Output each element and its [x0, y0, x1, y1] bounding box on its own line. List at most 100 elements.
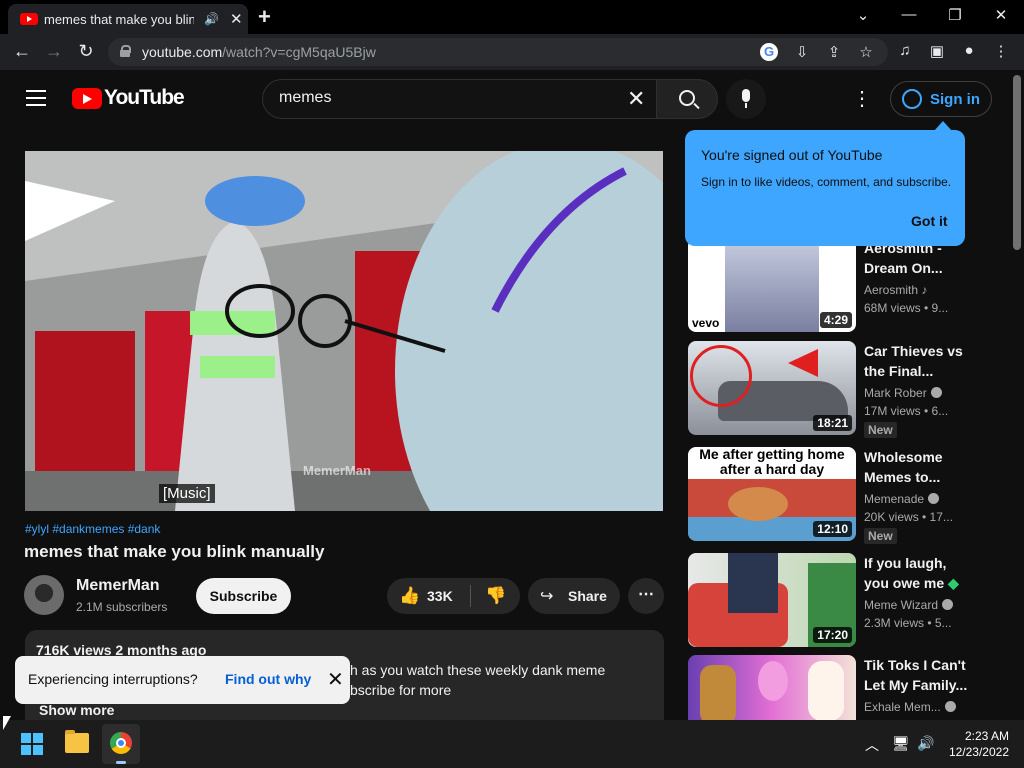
- side-panel-icon[interactable]: ▣: [927, 42, 947, 60]
- search-button[interactable]: [656, 79, 718, 119]
- video-thumbnail[interactable]: Me after getting home after a hard day 1…: [688, 447, 856, 541]
- bookmark-star-icon[interactable]: ☆: [856, 43, 876, 61]
- hamburger-menu-icon[interactable]: [26, 90, 46, 106]
- video-thumbnail[interactable]: 18:21: [688, 341, 856, 435]
- more-actions-button[interactable]: ⋯: [628, 578, 664, 614]
- close-icon[interactable]: ✕: [327, 667, 344, 692]
- find-out-why-link[interactable]: Find out why: [225, 671, 311, 687]
- voice-search-button[interactable]: [726, 79, 766, 119]
- music-note-icon: ♪: [921, 283, 928, 297]
- dislike-button[interactable]: 👎: [471, 578, 520, 614]
- verified-icon: [942, 599, 954, 610]
- scrollbar[interactable]: [1013, 75, 1021, 250]
- popup-title: You're signed out of YouTube: [701, 147, 883, 163]
- clock-time[interactable]: 2:23 AM: [949, 729, 1009, 743]
- recommendation-item[interactable]: Me after getting home after a hard day 1…: [688, 447, 1024, 544]
- recommendation-channel: Meme Wizard: [864, 598, 954, 612]
- media-control-icon[interactable]: ♫: [895, 42, 915, 59]
- profile-icon[interactable]: ●: [959, 42, 979, 59]
- recommendation-title[interactable]: Tik Toks I Can't Let My Family...: [864, 655, 974, 695]
- reload-icon[interactable]: ↻: [75, 41, 97, 62]
- chrome-icon: [110, 732, 132, 754]
- browser-tab-bar: memes that make you blink 🔊 ✕ + ⌄ — ❐ ✕: [0, 0, 1024, 34]
- microphone-icon: [742, 89, 750, 108]
- restore-button[interactable]: ❐: [945, 6, 965, 24]
- like-dislike-group: 👍 33K 👎: [387, 578, 520, 614]
- new-tab-button[interactable]: +: [258, 4, 271, 30]
- verified-icon: [930, 387, 942, 398]
- clear-search-icon[interactable]: ✕: [627, 86, 645, 112]
- duration-badge: 17:20: [813, 627, 852, 643]
- youtube-logo-icon[interactable]: [72, 88, 102, 109]
- video-player[interactable]: MemerMan [Music]: [25, 151, 663, 511]
- tab-title: memes that make you blink: [44, 12, 194, 27]
- browser-menu-icon[interactable]: ⋮: [991, 42, 1011, 60]
- forward-icon[interactable]: →: [43, 41, 65, 62]
- subscriber-count: 2.1M subscribers: [76, 600, 168, 614]
- chevron-up-icon[interactable]: ︿: [865, 735, 879, 755]
- recommendation-stats: 2.3M views • 5...: [864, 616, 952, 630]
- video-watermark: MemerMan: [303, 463, 371, 478]
- subscribe-button[interactable]: Subscribe: [196, 578, 291, 614]
- youtube-favicon-icon: [20, 13, 38, 25]
- recommendation-stats: 68M views • 9...: [864, 301, 949, 315]
- lock-icon[interactable]: [120, 45, 131, 57]
- minimize-button[interactable]: —: [899, 6, 919, 23]
- recommendation-title[interactable]: If you laugh, you owe me ◆: [864, 553, 974, 593]
- recommendation-channel: Memenade: [864, 492, 940, 506]
- recommendation-item[interactable]: vevo 4:29 Aerosmith - Dream On... Aerosm…: [688, 238, 1024, 332]
- recommendation-item[interactable]: 18:21 Car Thieves vs the Final... Mark R…: [688, 341, 1024, 438]
- settings-more-icon[interactable]: ⋮: [852, 86, 872, 111]
- sign-in-button[interactable]: Sign in: [890, 81, 992, 117]
- recommendation-title[interactable]: Car Thieves vs the Final...: [864, 341, 974, 381]
- share-button[interactable]: ↪ Share: [528, 578, 620, 614]
- channel-name[interactable]: MemerMan: [76, 577, 160, 595]
- video-thumbnail[interactable]: [688, 655, 856, 720]
- google-icon[interactable]: G: [760, 43, 778, 61]
- tab-search-icon[interactable]: ⌄: [853, 6, 873, 24]
- hashtags[interactable]: #ylyl #dankmemes #dank: [25, 522, 160, 536]
- windows-start-icon[interactable]: [21, 733, 43, 755]
- popup-arrow: [934, 121, 952, 131]
- browser-tab[interactable]: memes that make you blink 🔊 ✕: [8, 4, 248, 34]
- new-badge: New: [864, 528, 897, 544]
- description-text: h as you watch these weekly dank meme: [350, 662, 606, 678]
- speaker-icon[interactable]: 🔊: [204, 12, 219, 26]
- search-input[interactable]: [279, 89, 609, 107]
- vevo-label: vevo: [692, 316, 720, 330]
- youtube-wordmark[interactable]: YouTube: [104, 86, 185, 110]
- share-icon: ↪: [540, 588, 554, 605]
- account-icon: [902, 89, 922, 109]
- got-it-button[interactable]: Got it: [911, 213, 948, 229]
- install-icon[interactable]: ⇩: [792, 43, 812, 61]
- duration-badge: 12:10: [813, 521, 852, 537]
- search-icon: [679, 90, 695, 106]
- share-page-icon[interactable]: ⇪: [824, 43, 844, 61]
- address-bar[interactable]: youtube.com/watch?v=cgM5qaU5Bjw G ⇩ ⇪ ☆: [108, 38, 888, 66]
- description-text: bscribe for more: [350, 682, 452, 698]
- recommendation-item[interactable]: 17:20 If you laugh, you owe me ◆ Meme Wi…: [688, 553, 1024, 647]
- channel-avatar[interactable]: [24, 575, 64, 615]
- recommendation-channel: Exhale Mem...: [864, 700, 956, 714]
- like-button[interactable]: 👍 33K: [387, 578, 471, 614]
- network-icon[interactable]: 🖥: [892, 735, 910, 752]
- clock-date[interactable]: 12/23/2022: [940, 745, 1009, 759]
- verified-icon: [944, 701, 956, 712]
- sign-in-label: Sign in: [930, 91, 980, 108]
- signed-out-popup: You're signed out of YouTube Sign in to …: [685, 121, 965, 246]
- back-icon[interactable]: ←: [11, 41, 33, 62]
- toast-text: Experiencing interruptions?: [28, 671, 198, 687]
- url-text[interactable]: youtube.com/watch?v=cgM5qaU5Bjw: [142, 44, 376, 60]
- close-window-button[interactable]: ✕: [991, 6, 1011, 24]
- volume-icon[interactable]: 🔊: [917, 735, 934, 752]
- recommendation-title[interactable]: Wholesome Memes to...: [864, 447, 974, 487]
- chrome-taskbar-button[interactable]: [102, 724, 140, 764]
- video-thumbnail[interactable]: vevo 4:29: [688, 238, 856, 332]
- show-more-button[interactable]: Show more: [39, 702, 114, 718]
- file-explorer-icon[interactable]: [65, 730, 89, 753]
- thumbs-up-icon: 👍: [399, 586, 421, 605]
- tab-close-icon[interactable]: ✕: [230, 10, 243, 28]
- recommendation-stats: 20K views • 17...: [864, 510, 953, 524]
- video-thumbnail[interactable]: 17:20: [688, 553, 856, 647]
- recommendation-item[interactable]: Tik Toks I Can't Let My Family... Exhale…: [688, 655, 1024, 720]
